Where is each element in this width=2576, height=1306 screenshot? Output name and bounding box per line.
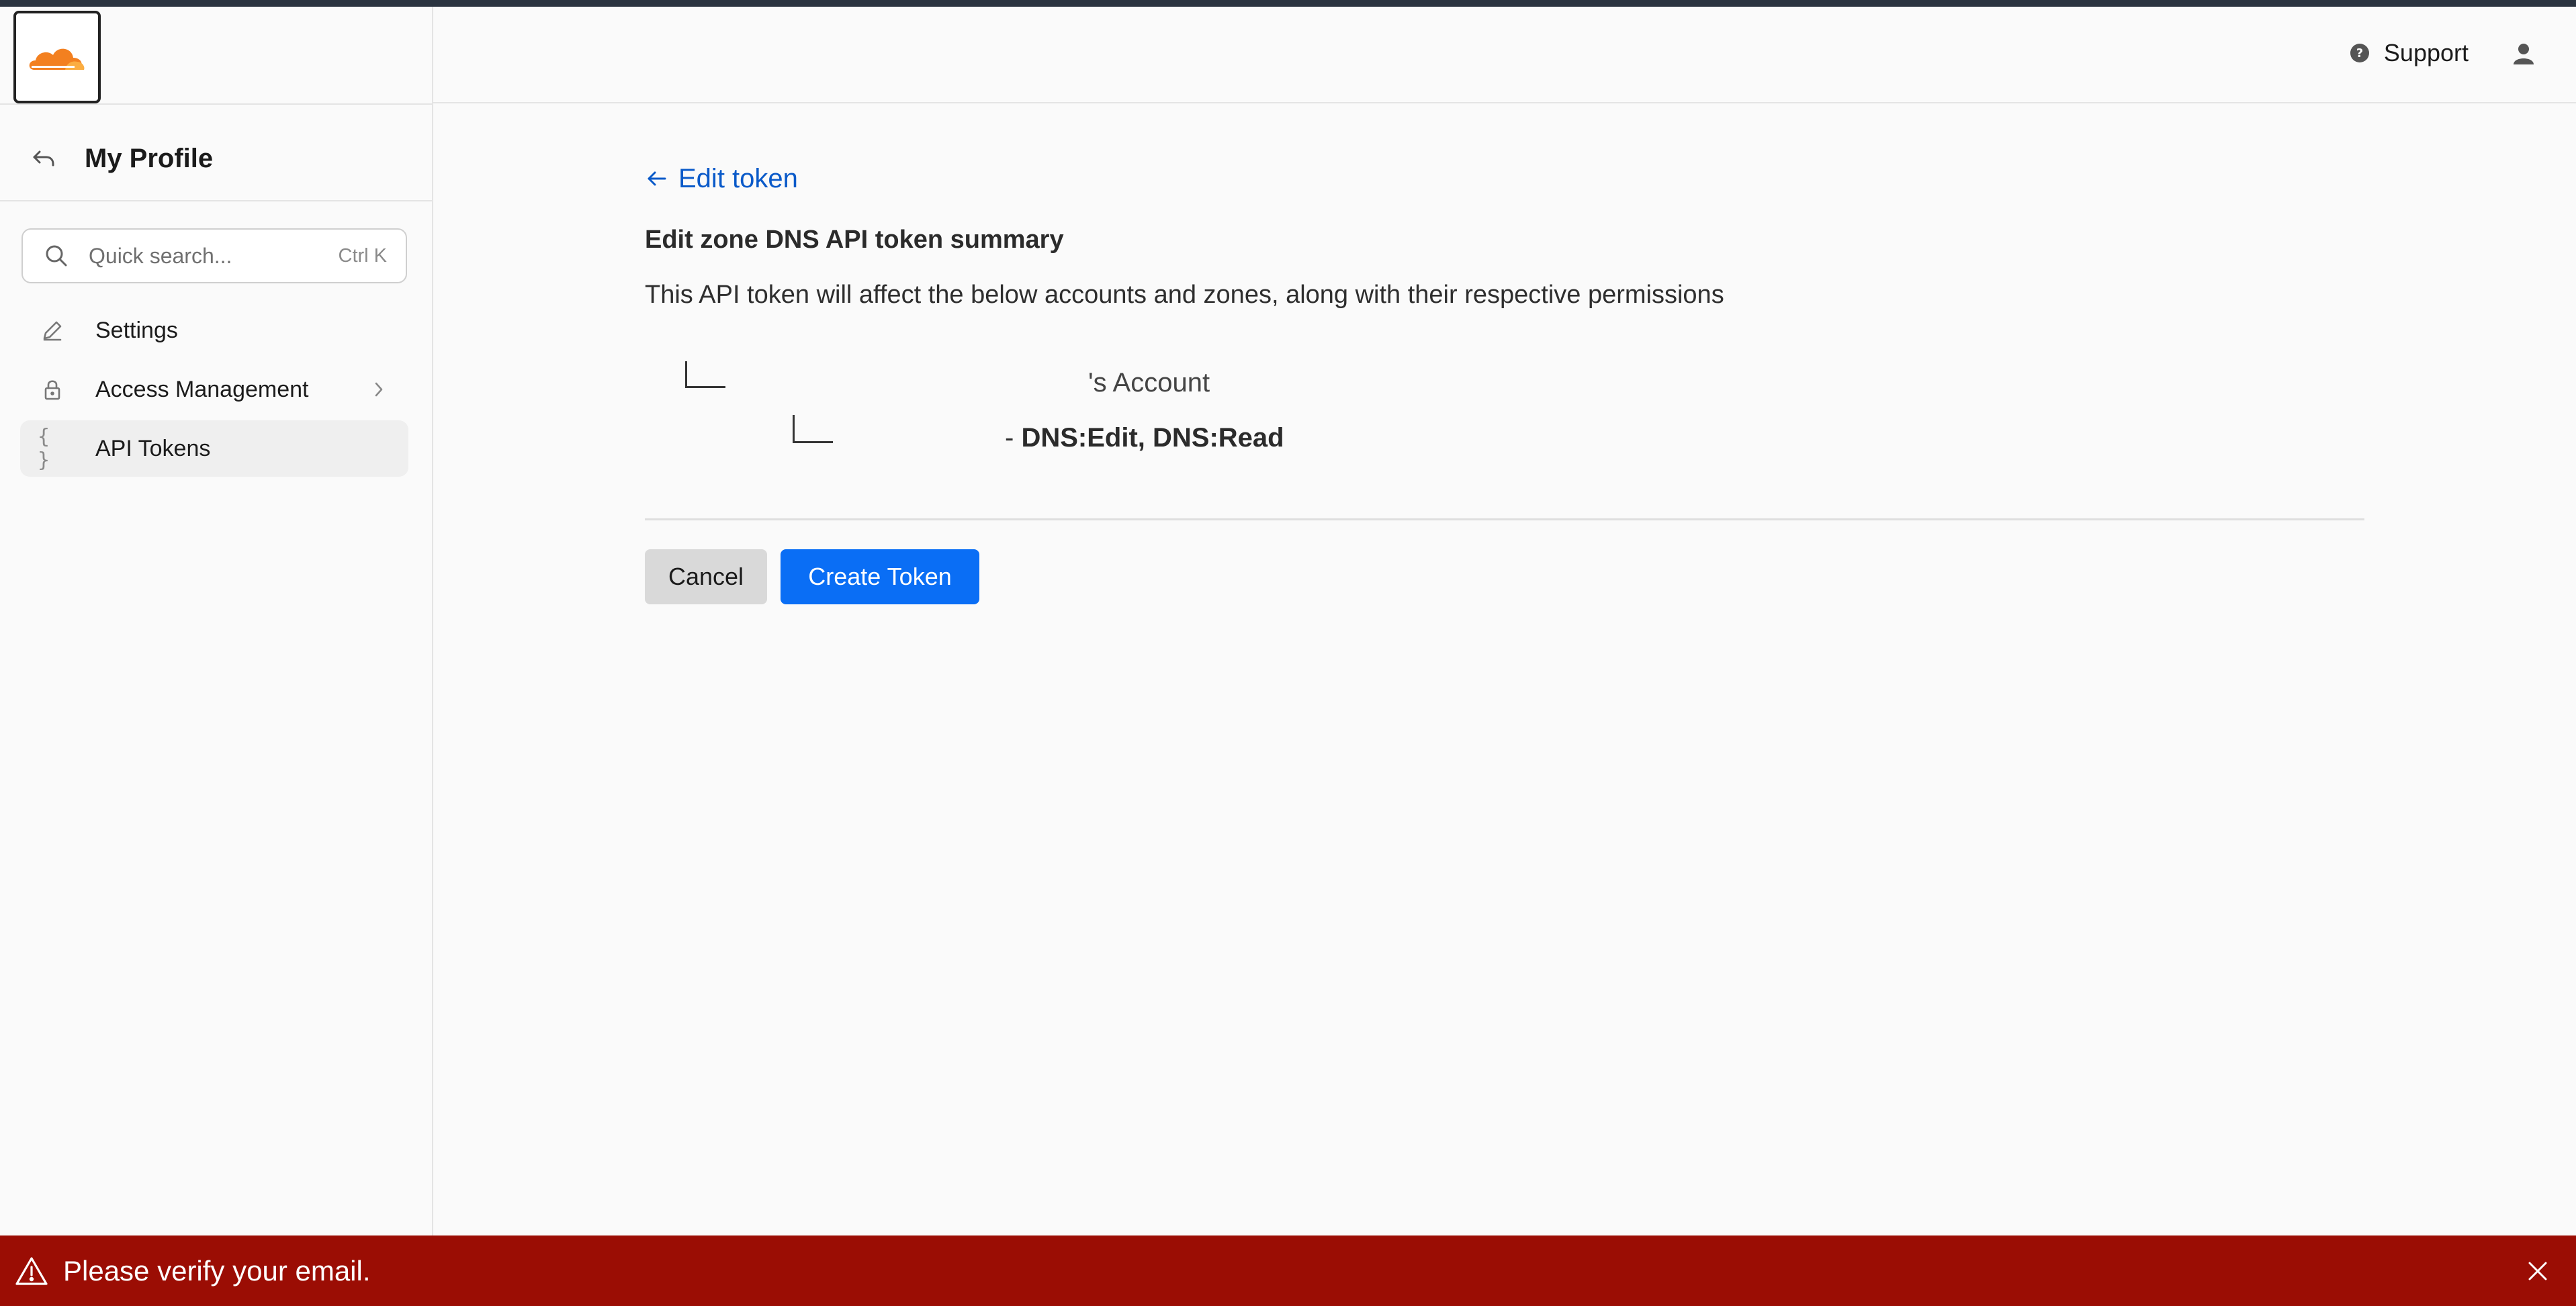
home-logo-link[interactable] xyxy=(13,11,101,103)
sidebar-brand-divider xyxy=(0,103,433,105)
permissions-list: DNS:Edit, DNS:Read xyxy=(1021,423,1284,453)
section-divider xyxy=(645,518,2364,520)
sidebar-item-label: Access Management xyxy=(95,376,309,402)
search-shortcut-hint: Ctrl K xyxy=(338,244,388,267)
chevron-right-icon xyxy=(365,379,392,400)
profile-title: My Profile xyxy=(85,143,214,173)
close-icon[interactable] xyxy=(2522,1256,2553,1287)
tree-connector xyxy=(793,415,833,443)
edit-token-back-link[interactable]: Edit token xyxy=(645,158,2364,199)
top-accent-strip xyxy=(0,0,2576,7)
cancel-button[interactable]: Cancel xyxy=(645,549,767,604)
top-header: ? Support xyxy=(433,7,2576,103)
user-icon[interactable] xyxy=(2512,42,2536,69)
profile-header: My Profile xyxy=(27,132,213,185)
summary-description: This API token will affect the below acc… xyxy=(645,281,1724,309)
braces-icon: { } xyxy=(38,425,50,472)
search-icon xyxy=(46,245,67,267)
sidebar-section-divider xyxy=(0,200,433,201)
edit-token-label: Edit token xyxy=(678,163,798,193)
cloud-logo-icon xyxy=(29,48,85,70)
return-arrow-icon[interactable] xyxy=(27,142,60,175)
search-placeholder: Quick search... xyxy=(89,243,232,268)
pencil-icon xyxy=(38,316,67,345)
zone-permissions: - DNS:Edit, DNS:Read xyxy=(1005,423,1284,453)
summary-title: Edit zone DNS API token summary xyxy=(645,226,1064,254)
sidebar-item-label: Settings xyxy=(95,317,178,343)
svg-text:?: ? xyxy=(2356,46,2363,60)
sidebar-item-api-tokens[interactable]: { } API Tokens xyxy=(20,420,408,477)
sidebar-item-settings[interactable]: Settings xyxy=(20,302,408,359)
create-token-button[interactable]: Create Token xyxy=(781,549,979,604)
support-link[interactable]: ? Support xyxy=(2349,39,2469,67)
support-label: Support xyxy=(2383,39,2469,66)
main-content: Edit token Edit zone DNS API token summa… xyxy=(645,158,2364,604)
warning-triangle-icon xyxy=(15,1256,48,1285)
help-circle-icon: ? xyxy=(2350,44,2369,62)
sidebar: My Profile Quick search... Ctrl K Settin… xyxy=(0,7,433,1235)
sidebar-item-access-management[interactable]: Access Management xyxy=(20,361,408,418)
account-label: 's Account xyxy=(1088,368,1210,398)
tree-connector xyxy=(685,361,725,388)
quick-search-input[interactable]: Quick search... Ctrl K xyxy=(21,228,407,283)
verify-email-banner: Please verify your email. xyxy=(0,1235,2576,1306)
lock-icon xyxy=(38,375,67,404)
banner-message: Please verify your email. xyxy=(63,1254,371,1287)
sidebar-item-label: API Tokens xyxy=(95,435,211,461)
arrow-left-icon xyxy=(648,171,666,186)
permissions-prefix: - xyxy=(1005,423,1022,453)
